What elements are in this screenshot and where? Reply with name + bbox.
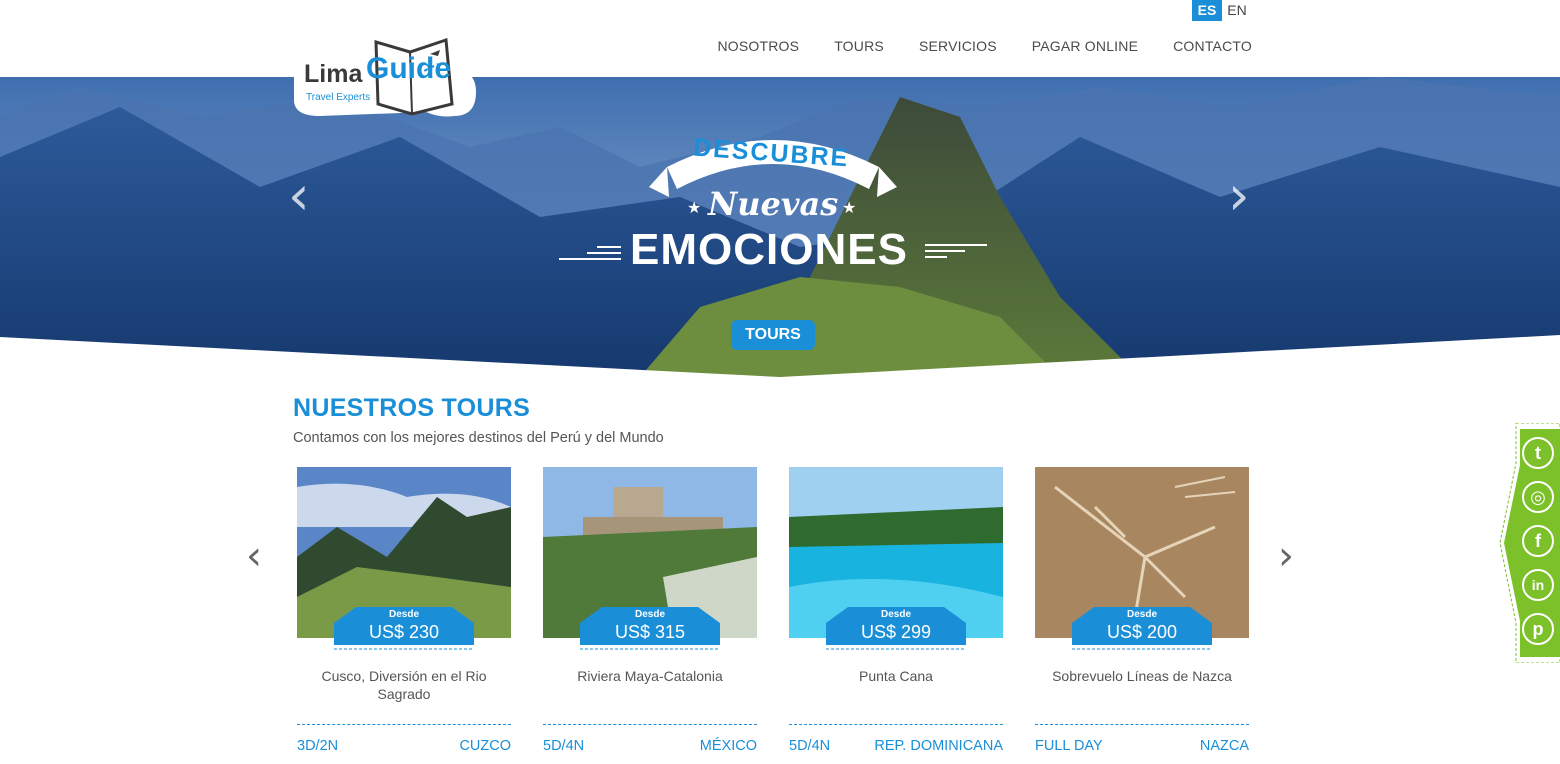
logo-tagline: Travel Experts <box>306 92 371 103</box>
lang-es[interactable]: ES <box>1192 0 1222 21</box>
tour-card-riviera-maya[interactable]: Desde US$ 315 Riviera Maya-Catalonia 5D/… <box>543 467 757 764</box>
nav-contacto[interactable]: CONTACTO <box>1173 38 1252 54</box>
price-desde: Desde <box>880 609 911 620</box>
price-desde: Desde <box>634 609 665 620</box>
tour-location: NAZCA <box>1199 738 1249 754</box>
hero-next-arrow[interactable]: › <box>1228 169 1250 223</box>
nav-tours[interactable]: TOURS <box>834 38 884 54</box>
price-value: US$ 230 <box>368 622 440 642</box>
card-divider <box>1035 724 1249 725</box>
tour-duration: 5D/4N <box>789 738 831 754</box>
card-divider <box>789 724 1003 725</box>
tour-location: MÉXICO <box>699 738 757 754</box>
main-nav: NOSOTROS TOURS SERVICIOS PAGAR ONLINE CO… <box>717 38 1252 54</box>
svg-text:★: ★ <box>687 200 701 217</box>
tours-prev-arrow[interactable]: ‹ <box>246 536 262 576</box>
logo[interactable]: Lima Guide Travel Experts <box>290 34 480 126</box>
pinterest-icon[interactable]: p <box>1522 613 1554 645</box>
price-value: US$ 200 <box>1106 622 1178 642</box>
tour-name[interactable]: Cusco, Diversión en el Rio Sagrado <box>297 667 511 703</box>
tour-duration: 3D/2N <box>297 738 339 754</box>
language-switcher: ES EN <box>1192 0 1252 21</box>
linkedin-icon[interactable]: in <box>1522 569 1554 601</box>
section-subtitle: Contamos con los mejores destinos del Pe… <box>293 430 664 446</box>
tour-card-nazca[interactable]: Desde US$ 200 Sobrevuelo Líneas de Nazca… <box>1035 467 1249 764</box>
hero-tours-button[interactable]: TOURS <box>731 320 815 350</box>
facebook-icon[interactable]: f <box>1522 525 1554 557</box>
price-value: US$ 299 <box>860 622 932 642</box>
card-divider <box>297 724 511 725</box>
hero-prev-arrow[interactable]: ‹ <box>288 169 310 223</box>
social-sidebar: t ◎ f in p <box>1496 422 1560 664</box>
tour-duration: 5D/4N <box>543 738 585 754</box>
section-title: NUESTROS TOURS <box>293 394 531 422</box>
instagram-icon[interactable]: ◎ <box>1522 481 1554 513</box>
price-desde: Desde <box>1126 609 1157 620</box>
tour-location: REP. DOMINICANA <box>874 738 1003 754</box>
hero-banner: ‹ › ★ ★ DESCUBRE Nuevas EMOCIONES TOURS <box>0 77 1560 377</box>
tour-name[interactable]: Punta Cana <box>789 667 1003 685</box>
nav-pagar-online[interactable]: PAGAR ONLINE <box>1032 38 1138 54</box>
tour-duration: FULL DAY <box>1035 738 1103 754</box>
tour-name[interactable]: Sobrevuelo Líneas de Nazca <box>1035 667 1249 685</box>
nav-servicios[interactable]: SERVICIOS <box>919 38 997 54</box>
hero-line-nuevas: Nuevas <box>708 185 839 223</box>
tours-next-arrow[interactable]: › <box>1278 536 1294 576</box>
hero-line-emociones: EMOCIONES <box>630 225 908 274</box>
nav-nosotros[interactable]: NOSOTROS <box>717 38 799 54</box>
tour-card-cusco[interactable]: Desde US$ 230 Cusco, Diversión en el Rio… <box>297 467 511 764</box>
price-value: US$ 315 <box>614 622 686 642</box>
lang-en[interactable]: EN <box>1222 0 1252 21</box>
tour-card-punta-cana[interactable]: Desde US$ 299 Punta Cana 5D/4N REP. DOMI… <box>789 467 1003 764</box>
tour-location: CUZCO <box>459 738 511 754</box>
logo-text-lima: Lima <box>304 60 363 88</box>
tour-name[interactable]: Riviera Maya-Catalonia <box>543 667 757 685</box>
logo-text-guide: Guide <box>366 52 452 85</box>
card-divider <box>543 724 757 725</box>
svg-text:★: ★ <box>842 200 856 217</box>
price-desde: Desde <box>388 609 419 620</box>
twitter-icon[interactable]: t <box>1522 437 1554 469</box>
